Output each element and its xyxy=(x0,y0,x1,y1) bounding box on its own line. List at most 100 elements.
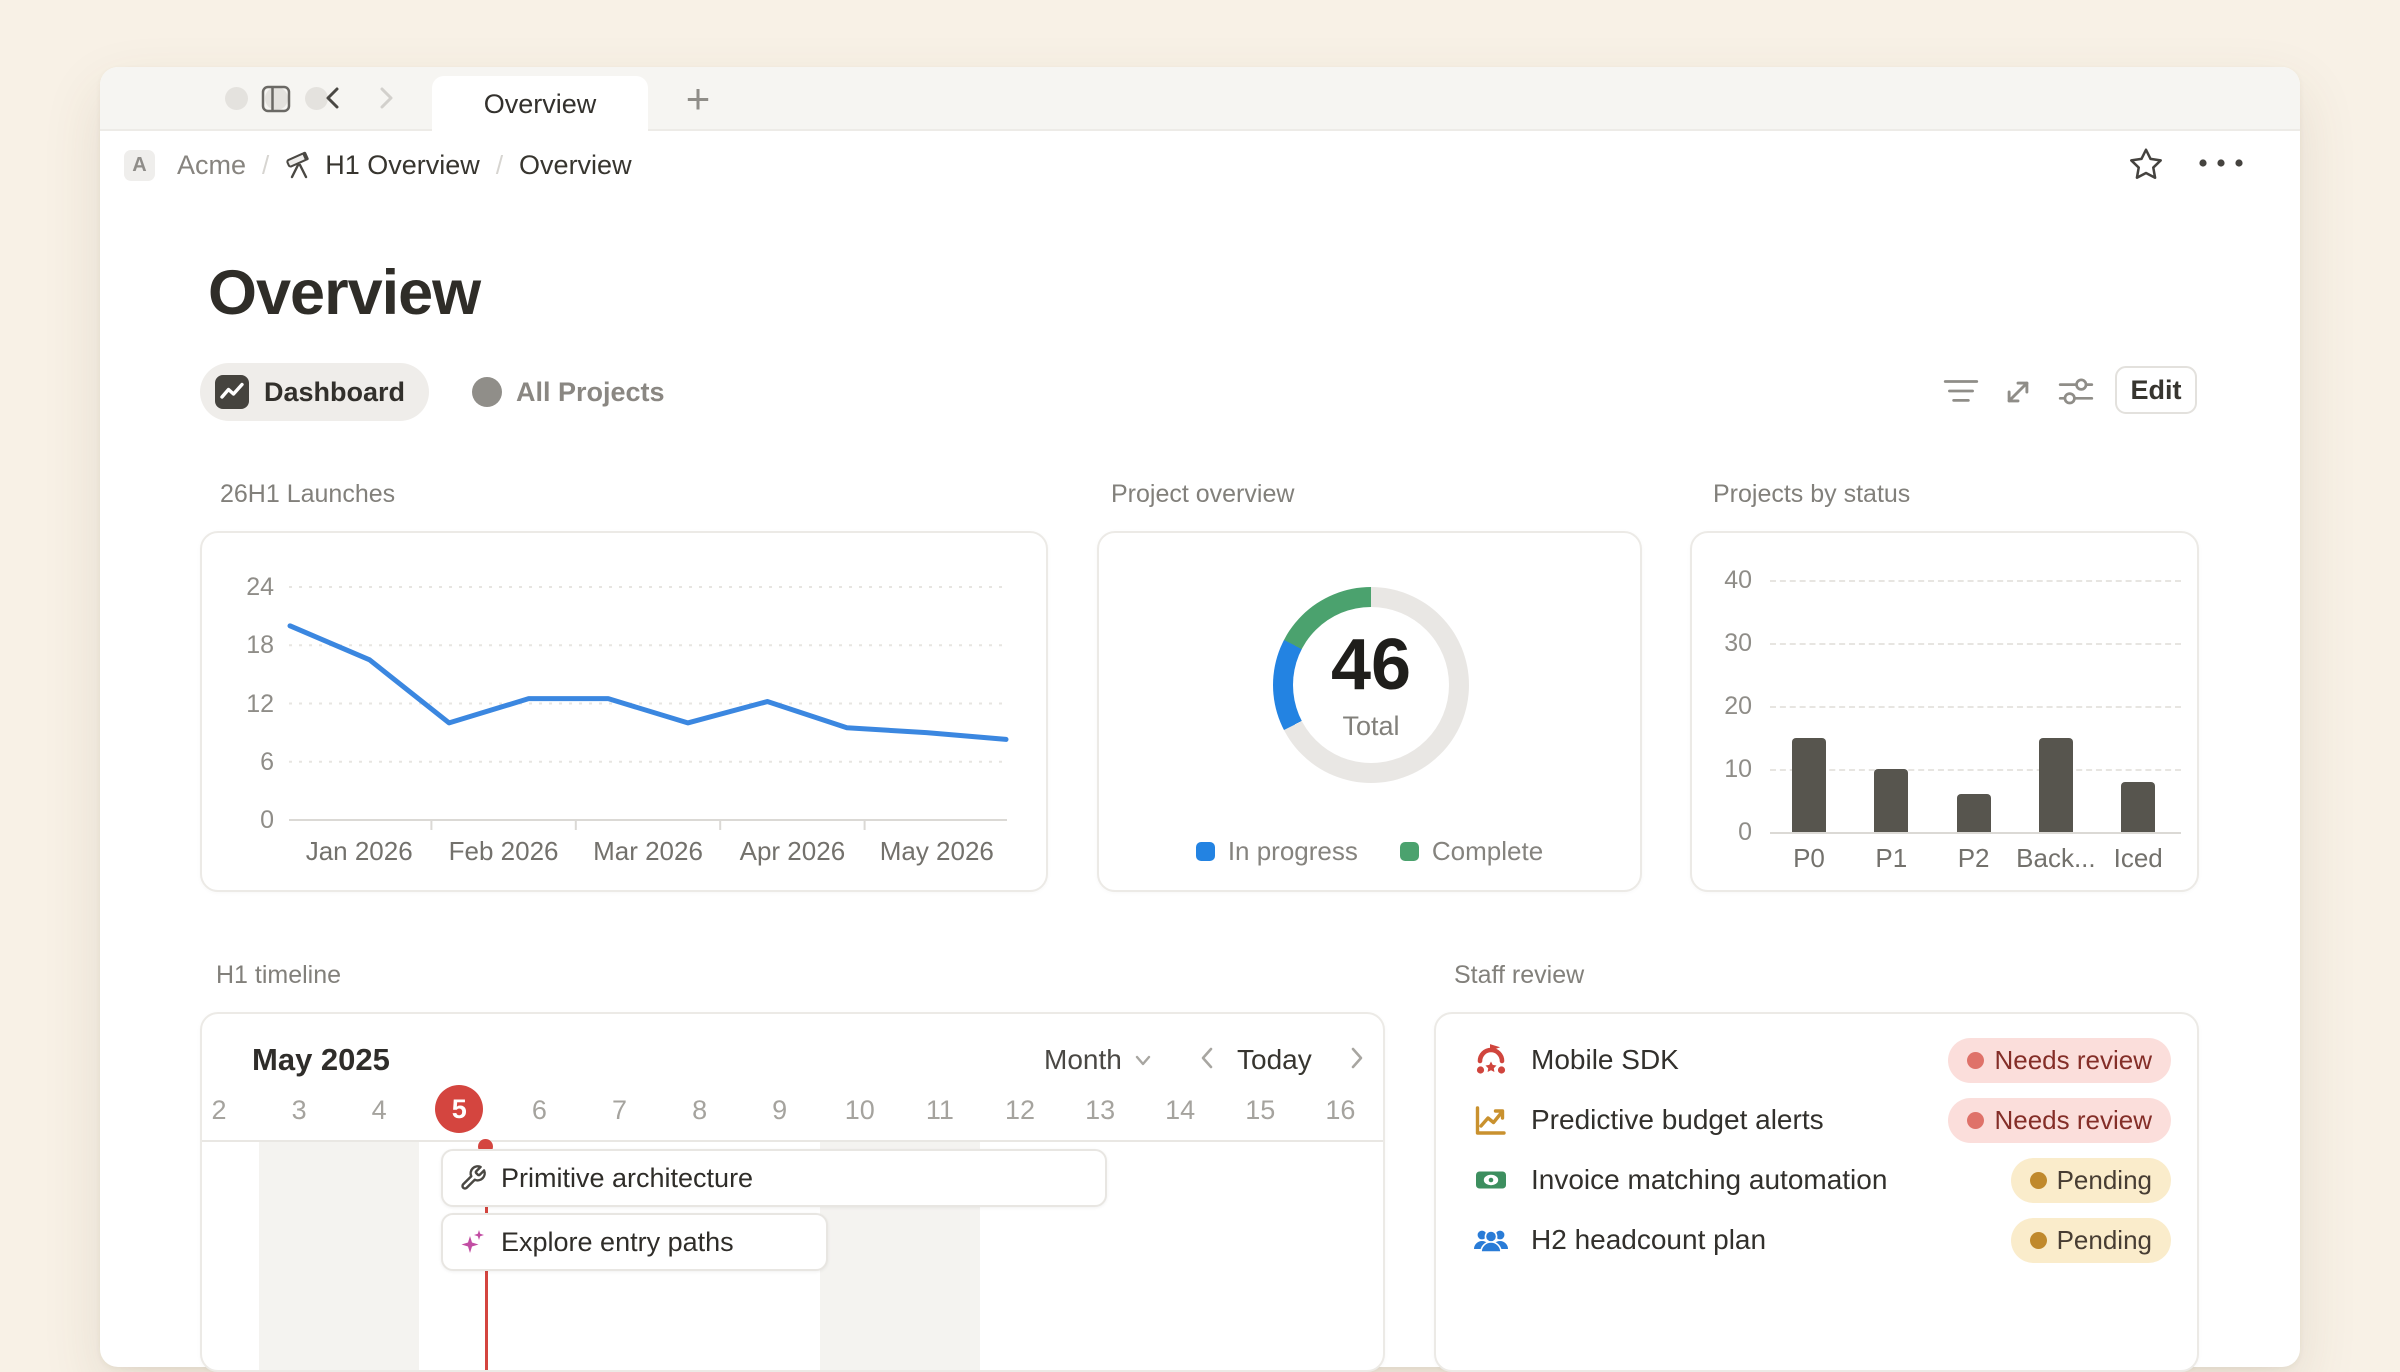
breadcrumb-workspace[interactable]: A Acme xyxy=(124,150,246,181)
staff-review-label: Mobile SDK xyxy=(1531,1044,1948,1076)
timeline-day: 6 xyxy=(509,1092,569,1128)
timeline-day: 4 xyxy=(349,1092,409,1128)
bar xyxy=(1874,769,1908,832)
desktop-background: { "window": { "tab_title": "Overview", "… xyxy=(0,0,2400,1260)
donut-total-label: Total xyxy=(1342,711,1399,742)
chart-line-icon xyxy=(215,375,249,409)
timeline-card: May 2025 Month Today 2345678910111213141… xyxy=(200,1012,1385,1372)
timeline-day: 14 xyxy=(1150,1092,1210,1128)
gridline xyxy=(1770,832,2181,834)
y-tick-label: 0 xyxy=(1692,817,1752,847)
bar xyxy=(2039,738,2073,833)
staff-review-card: Mobile SDK Needs review Predictive budge… xyxy=(1434,1012,2199,1372)
status-dot-icon xyxy=(2030,1232,2047,1249)
chevron-right-icon[interactable] xyxy=(1338,1040,1374,1076)
gridline xyxy=(1770,580,2181,582)
timeline-day: 13 xyxy=(1070,1092,1130,1128)
status-badge-label: Pending xyxy=(2057,1225,2152,1256)
trending-chart-icon xyxy=(1473,1102,1509,1138)
tab-overview[interactable]: Overview xyxy=(432,76,648,132)
timeline-today-button[interactable]: Today xyxy=(1237,1044,1312,1076)
timeline-day: 8 xyxy=(670,1092,730,1128)
y-tick-label: 24 xyxy=(202,572,274,602)
y-tick-label: 10 xyxy=(1692,754,1752,784)
x-tick-label: Apr 2026 xyxy=(740,836,846,867)
donut-total-value: 46 xyxy=(1331,629,1411,701)
timeline-view-select[interactable]: Month xyxy=(1044,1044,1154,1076)
bar xyxy=(2121,782,2155,832)
page-title: Overview xyxy=(208,257,480,329)
tab-title: Overview xyxy=(484,89,597,120)
timeline-day: 11 xyxy=(910,1092,970,1128)
project-overview-card: 46 Total In progress Complete xyxy=(1097,531,1642,892)
chevron-left-icon[interactable] xyxy=(1190,1040,1226,1076)
legend-label: In progress xyxy=(1228,836,1358,867)
wrench-icon xyxy=(459,1164,487,1192)
bar-category-label: P1 xyxy=(1875,843,1907,874)
legend-swatch xyxy=(1196,842,1215,861)
card-title-staff-review: Staff review xyxy=(1454,961,1584,990)
status-badge[interactable]: Needs review xyxy=(1948,1038,2171,1083)
tab-dashboard[interactable]: Dashboard xyxy=(200,363,429,421)
bar xyxy=(1957,794,1991,832)
legend-item: Complete xyxy=(1400,836,1543,867)
breadcrumb-parent-label: H1 Overview xyxy=(325,150,480,181)
staff-review-label: Predictive budget alerts xyxy=(1531,1104,1948,1136)
edit-button-label: Edit xyxy=(2131,375,2182,406)
breadcrumb-separator: / xyxy=(262,150,269,181)
timeline-event-label: Explore entry paths xyxy=(501,1227,734,1258)
staff-review-row[interactable]: Invoice matching automation Pending xyxy=(1436,1150,2197,1210)
y-tick-label: 12 xyxy=(202,689,274,719)
star-icon[interactable] xyxy=(2127,145,2165,183)
bar-category-label: Iced xyxy=(2114,843,2163,874)
app-window: Overview + A Acme / H1 Overview / Overvi… xyxy=(100,67,2300,1367)
timeline-month-label: May 2025 xyxy=(252,1042,390,1078)
staff-review-row[interactable]: Predictive budget alerts Needs review xyxy=(1436,1090,2197,1150)
card-title-timeline: H1 timeline xyxy=(216,961,341,990)
x-tick-label: May 2026 xyxy=(880,836,994,867)
weekend-shading xyxy=(259,1142,419,1370)
y-tick-label: 30 xyxy=(1692,628,1752,658)
status-badge-label: Needs review xyxy=(1994,1045,2152,1076)
breadcrumb-current-label[interactable]: Overview xyxy=(519,150,632,181)
circle-icon xyxy=(472,377,502,407)
legend-item: In progress xyxy=(1196,836,1358,867)
x-tick-label: Mar 2026 xyxy=(593,836,703,867)
forward-icon[interactable] xyxy=(371,83,401,113)
new-tab-button[interactable]: + xyxy=(672,73,724,125)
status-badge[interactable]: Pending xyxy=(2011,1218,2171,1263)
bar-category-label: P2 xyxy=(1958,843,1990,874)
staff-review-row[interactable]: Mobile SDK Needs review xyxy=(1436,1030,2197,1090)
timeline-view-label: Month xyxy=(1044,1044,1122,1076)
status-badge[interactable]: Needs review xyxy=(1948,1098,2171,1143)
timeline-day: 12 xyxy=(990,1092,1050,1128)
line-chart xyxy=(287,577,1009,833)
timeline-event-label: Primitive architecture xyxy=(501,1163,753,1194)
expand-icon[interactable] xyxy=(1998,372,2038,412)
donut-legend: In progress Complete xyxy=(1099,836,1640,867)
sidebar-toggle-icon[interactable] xyxy=(260,84,292,114)
timeline-day: 10 xyxy=(830,1092,890,1128)
breadcrumb-parent-page[interactable]: H1 Overview xyxy=(285,150,480,181)
chevron-down-icon xyxy=(1132,1049,1154,1071)
sliders-icon[interactable] xyxy=(2056,372,2096,412)
timeline-event[interactable]: Explore entry paths xyxy=(441,1213,828,1271)
status-badge-label: Pending xyxy=(2057,1165,2152,1196)
bar-category-label: P0 xyxy=(1793,843,1825,874)
gridline xyxy=(1770,706,2181,708)
back-icon[interactable] xyxy=(318,83,348,113)
status-badge[interactable]: Pending xyxy=(2011,1158,2171,1203)
filter-icon[interactable] xyxy=(1941,372,1981,412)
timeline-event[interactable]: Primitive architecture xyxy=(441,1149,1107,1207)
banknote-icon xyxy=(1473,1162,1509,1198)
legend-swatch xyxy=(1400,842,1419,861)
staff-review-row[interactable]: H2 headcount plan Pending xyxy=(1436,1210,2197,1270)
traffic-light-close-button[interactable] xyxy=(225,87,248,110)
card-title-projects-by-status: Projects by status xyxy=(1713,480,1910,509)
timeline-day: 2 xyxy=(200,1092,249,1128)
tab-all-projects[interactable]: All Projects xyxy=(472,363,665,421)
edit-button[interactable]: Edit xyxy=(2115,366,2197,414)
ellipsis-icon[interactable] xyxy=(2196,156,2246,170)
card-title-launches: 26H1 Launches xyxy=(220,480,395,509)
y-tick-label: 18 xyxy=(202,630,274,660)
